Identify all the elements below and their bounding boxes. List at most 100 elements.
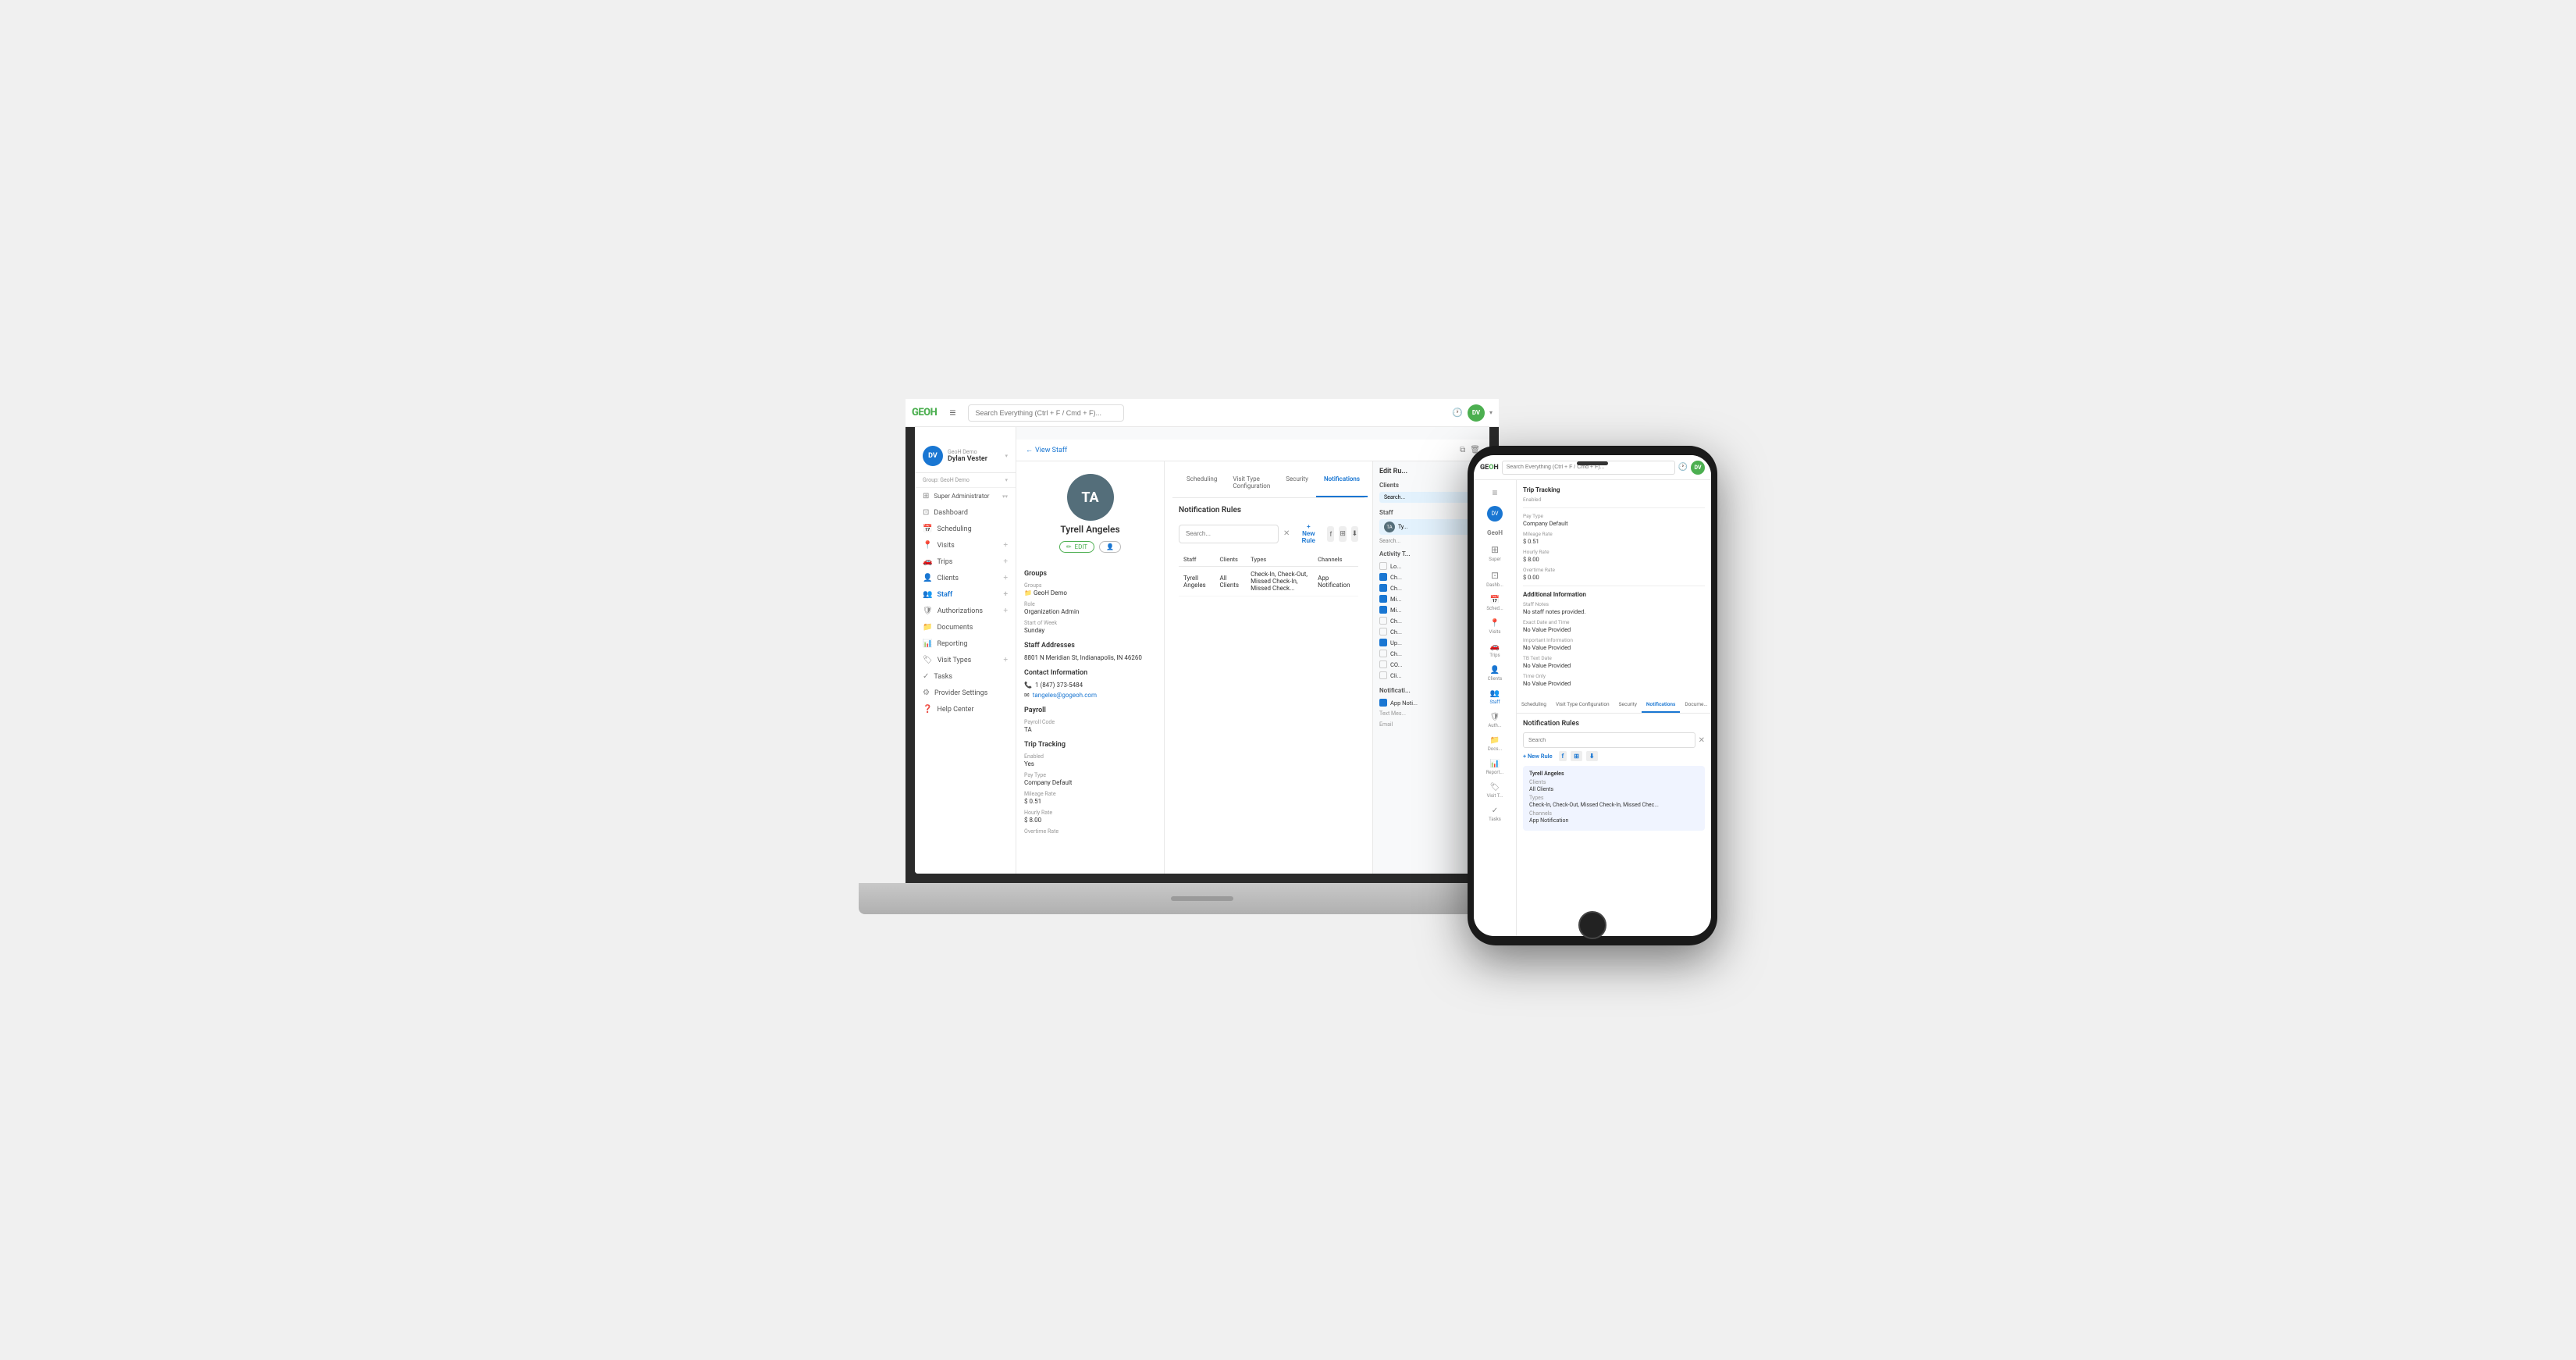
phone-trip-panel: Trip Tracking Enabled Pay Type Company D… [1517,480,1711,697]
phone-history-icon[interactable]: 🕐 [1678,463,1688,472]
phone-new-rule-btn[interactable]: + New Rule f ⊞ ⬇ [1523,753,1705,760]
profile-icon-btn[interactable]: 👤 [1099,541,1121,553]
search-input[interactable] [968,408,1124,422]
copy-icon[interactable]: ⧉ [1460,446,1465,454]
sidebar-item-clients[interactable]: 👤 Clients + [915,570,1016,586]
tab-scheduling[interactable]: Scheduling [1179,469,1225,497]
sidebar-item-documents[interactable]: 📁 Documents [915,619,1016,635]
new-rule-button[interactable]: + New Rule [1294,521,1322,546]
cb-checkout[interactable] [1379,584,1387,592]
sidebar-item-tasks[interactable]: ✓ Tasks [915,668,1016,685]
cb-ch1[interactable] [1379,617,1387,625]
cb-missed-ci[interactable] [1379,595,1387,603]
important-info-label: Important Information [1523,637,1705,643]
tab-notifications[interactable]: Notifications [1316,469,1368,497]
group-chevron[interactable]: ▾ [1005,477,1008,483]
email-value[interactable]: tangeles@gogeoh.com [1033,692,1097,699]
cb-missed-co[interactable] [1379,606,1387,614]
phone-rule-row[interactable]: Tyrell Angeles Clients All Clients Types… [1523,766,1705,831]
phone-close-icon[interactable]: ✕ [1699,736,1705,745]
search-clear-icon[interactable]: ✕ [1283,529,1290,538]
cb-app-notif[interactable] [1379,699,1387,707]
phone-export-icon-1[interactable]: f [1559,751,1567,761]
tab-visit-type-config[interactable]: Visit Type Configuration [1225,469,1278,497]
email-icon: ✉ [1024,692,1030,699]
phone-avatar-icon: DV [1487,506,1503,522]
visit-types-plus-icon[interactable]: + [1003,656,1008,664]
auth-plus-icon[interactable]: + [1003,607,1008,615]
divider-1 [1523,507,1705,508]
tab-security[interactable]: Security [1278,469,1316,497]
phone-tabs: Scheduling Visit Type Configuration Secu… [1517,697,1711,714]
history-icon[interactable]: 🕐 [1452,408,1463,418]
payroll-code-value: TA [1024,726,1156,733]
sidebar: DV GeoH Demo Dylan Vester ▾ Group: GeoH … [915,408,1016,874]
laptop-screen: GEOH ≡ 🕐 DV ▾ [915,408,1489,874]
sidebar-label-scheduling: Scheduling [937,525,971,533]
trips-plus-icon[interactable]: + [1003,557,1008,566]
export-icon-btn-1[interactable]: f [1327,526,1334,542]
phone-user-avatar[interactable]: DV [1691,461,1705,475]
sidebar-item-trips[interactable]: 🚗 Trips + [915,554,1016,570]
pay-type-value-phone: Company Default [1523,520,1705,527]
phone-sidebar-dashboard[interactable]: ⊡ Dashb... [1474,566,1516,592]
table-row[interactable]: Tyrell Angeles All Clients Check-In, Che… [1179,567,1358,596]
super-admin-chevron[interactable]: ▾▾ [1002,493,1008,500]
phone-sidebar-staff[interactable]: 👥 Staff [1474,685,1516,709]
cb-cli[interactable] [1379,671,1387,679]
clients-plus-icon[interactable]: + [1003,574,1008,582]
phone-rules-search-input[interactable] [1523,732,1695,748]
export-icon-btn-3[interactable]: ⬇ [1351,526,1358,542]
phone-tab-security[interactable]: Security [1614,697,1642,713]
sidebar-item-help[interactable]: ❓ Help Center [915,701,1016,717]
sidebar-item-visit-types[interactable]: 🏷 Visit Types + [915,652,1016,668]
sidebar-item-reporting[interactable]: 📊 Reporting [915,635,1016,652]
export-icon-btn-2[interactable]: ⊞ [1339,526,1346,542]
sidebar-user-chevron[interactable]: ▾ [1005,453,1008,459]
cb-ch2[interactable] [1379,628,1387,635]
phone-sidebar-visits[interactable]: 📍 Visits [1474,615,1516,639]
sidebar-item-staff[interactable]: 👥 Staff + [915,586,1016,603]
back-link[interactable]: ← View Staff [1026,446,1067,454]
cb-up[interactable] [1379,639,1387,646]
cb-ch3[interactable] [1379,650,1387,657]
phone-sidebar-tasks[interactable]: ✓ Tasks [1474,803,1516,826]
phone-sidebar-geoh[interactable]: GeoH [1474,525,1516,540]
sidebar-item-authorizations[interactable]: 🛡 Authorizations + [915,603,1016,619]
phone-sidebar-visit-types[interactable]: 🏷 Visit T... [1474,779,1516,803]
phone-tab-visit-type[interactable]: Visit Type Configuration [1551,697,1614,713]
phone-rule-channels-value: App Notification [1529,817,1699,824]
phone-tab-scheduling[interactable]: Scheduling [1517,697,1551,713]
mileage-rate-value-phone: $ 0.51 [1523,538,1705,545]
phone-home-button[interactable] [1578,911,1606,939]
phone-logo: GEOH [1480,464,1499,472]
cb-co[interactable] [1379,660,1387,668]
phone-sidebar-scheduling[interactable]: 📅 Sched... [1474,592,1516,615]
sidebar-item-provider-settings[interactable]: ⚙ Provider Settings [915,685,1016,701]
phone-sidebar-clients[interactable]: 👤 Clients [1474,662,1516,685]
staff-plus-icon[interactable]: + [1004,590,1009,599]
phone-sidebar-menu[interactable]: ≡ [1474,483,1516,502]
visits-plus-icon[interactable]: + [1003,541,1008,550]
group-label: Group: GeoH Demo [923,477,970,483]
hamburger-icon[interactable]: ≡ [949,408,955,419]
phone-sidebar-avatar[interactable]: DV [1474,502,1516,525]
phone-sidebar-docs[interactable]: 📁 Docs... [1474,732,1516,756]
sidebar-item-dashboard[interactable]: ⊡ Dashboard [915,504,1016,521]
phone-sidebar-trips[interactable]: 🚗 Trips [1474,639,1516,662]
phone-export-icon-2[interactable]: ⊞ [1571,751,1582,761]
cb-login[interactable] [1379,562,1387,570]
phone-tab-notifications[interactable]: Notifications [1642,697,1680,713]
sidebar-item-visits[interactable]: 📍 Visits + [915,537,1016,554]
sidebar-item-scheduling[interactable]: 📅 Scheduling [915,521,1016,537]
phone-sidebar-super-admin[interactable]: ⊞ Super [1474,540,1516,566]
phone-sidebar-reporting[interactable]: 📊 Report... [1474,756,1516,779]
phone-export-icon-3[interactable]: ⬇ [1586,751,1598,761]
sidebar-item-super-admin[interactable]: ⊞ Super Administrator ▾▾ [915,488,1016,504]
user-avatar-top[interactable]: DV [1468,408,1485,422]
phone-tab-documents[interactable]: Docume... [1680,697,1711,713]
cb-checkin[interactable] [1379,573,1387,581]
rules-search-input[interactable] [1179,525,1279,543]
phone-sidebar-auth[interactable]: 🛡 Auth... [1474,709,1516,732]
edit-button[interactable]: ✏ EDIT [1059,541,1094,553]
